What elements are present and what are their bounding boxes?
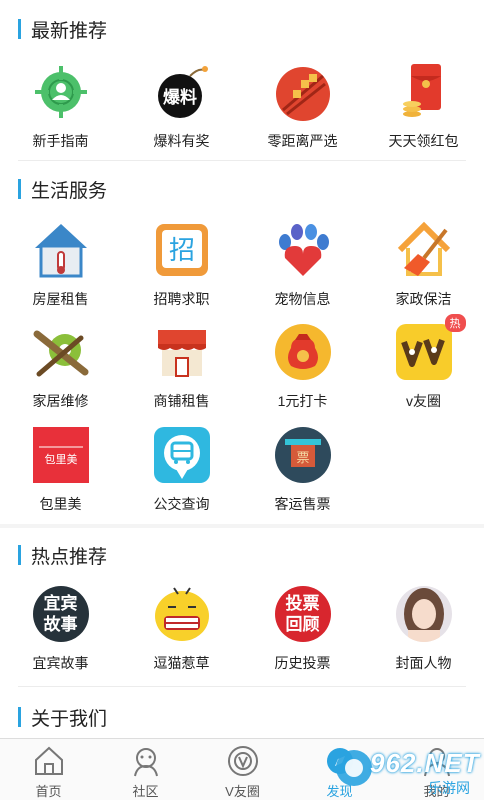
- section-title-about: 关于我们: [18, 704, 107, 730]
- tab-vcircle[interactable]: V友圈: [194, 739, 291, 800]
- item-guide[interactable]: 新手指南: [0, 62, 121, 151]
- paw-icon: [273, 220, 333, 280]
- story-icon-text: 宜宾 故事: [43, 594, 78, 634]
- community-icon: [129, 744, 163, 778]
- home-icon: [32, 744, 66, 778]
- wrench-icon: [31, 322, 91, 382]
- section-divider: [0, 524, 484, 528]
- vv-icon: 热: [394, 314, 466, 382]
- item-shop[interactable]: 商铺租售: [121, 322, 242, 411]
- section-title-life: 生活服务: [18, 176, 107, 202]
- item-housekeeping[interactable]: 家政保洁: [363, 220, 484, 309]
- item-vcircle[interactable]: 热 v友圈: [363, 314, 484, 411]
- guide-icon: [31, 62, 91, 122]
- shop-icon: [152, 322, 212, 382]
- svg-text:票: 票: [296, 451, 309, 466]
- tab-community[interactable]: 社区: [97, 739, 194, 800]
- item-ticket[interactable]: 票 客运售票: [242, 425, 363, 514]
- red-envelope-icon: [394, 62, 454, 122]
- ticket-icon: 票: [273, 425, 333, 485]
- baolimei-logo: 包里美: [31, 425, 91, 485]
- funny-face-icon: [152, 584, 212, 644]
- item-bus[interactable]: 公交查询: [121, 425, 242, 514]
- house-icon: [31, 220, 91, 280]
- item-cover[interactable]: 封面人物: [363, 584, 484, 673]
- item-skewer[interactable]: 零距离严选: [242, 62, 363, 151]
- watermark-subtext: 乐游网: [428, 780, 470, 796]
- vote-icon-text: 投票 回顾: [285, 594, 320, 634]
- svg-text:爆料: 爆料: [163, 87, 197, 108]
- section-accent-bar: [18, 545, 21, 565]
- item-house[interactable]: 房屋租售: [0, 220, 121, 309]
- section-title-latest: 最新推荐: [18, 16, 107, 42]
- section-accent-bar: [18, 707, 21, 727]
- skewer-icon: [273, 62, 333, 122]
- item-checkin[interactable]: 1元打卡: [242, 322, 363, 411]
- vote-icon: 投票 回顾: [273, 584, 333, 644]
- item-pet[interactable]: 宠物信息: [242, 220, 363, 309]
- watermark-text: 962.NET: [370, 748, 480, 778]
- cover-person-icon: [394, 584, 454, 644]
- item-recruit[interactable]: 招 招聘求职: [121, 220, 242, 309]
- section-title-hot: 热点推荐: [18, 542, 107, 568]
- hot-badge: 热: [444, 314, 466, 332]
- section-divider: [18, 686, 466, 687]
- story-icon: 宜宾 故事: [31, 584, 91, 644]
- section-accent-bar: [18, 179, 21, 199]
- item-bomb[interactable]: 爆料 爆料有奖: [121, 62, 242, 151]
- tab-home[interactable]: 首页: [0, 739, 97, 800]
- vcircle-icon: [226, 744, 260, 778]
- watermark-logo: 962.NET 乐游网: [332, 742, 482, 800]
- item-red-envelope[interactable]: 天天领红包: [363, 62, 484, 151]
- bomb-icon: 爆料: [152, 62, 212, 122]
- item-funny[interactable]: 逗猫惹草: [121, 584, 242, 673]
- recruit-icon: 招: [152, 220, 212, 280]
- section-accent-bar: [18, 19, 21, 39]
- item-vote[interactable]: 投票 回顾 历史投票: [242, 584, 363, 673]
- money-bag-icon: [273, 322, 333, 382]
- svg-text:包里美: 包里美: [44, 453, 77, 466]
- bus-icon: [152, 425, 212, 485]
- broom-icon: [394, 220, 454, 280]
- item-baolimei[interactable]: 包里美 包里美: [0, 425, 121, 514]
- item-story[interactable]: 宜宾 故事 宜宾故事: [0, 584, 121, 673]
- svg-text:招: 招: [168, 236, 194, 266]
- section-divider: [18, 160, 466, 161]
- item-repair[interactable]: 家居维修: [0, 322, 121, 411]
